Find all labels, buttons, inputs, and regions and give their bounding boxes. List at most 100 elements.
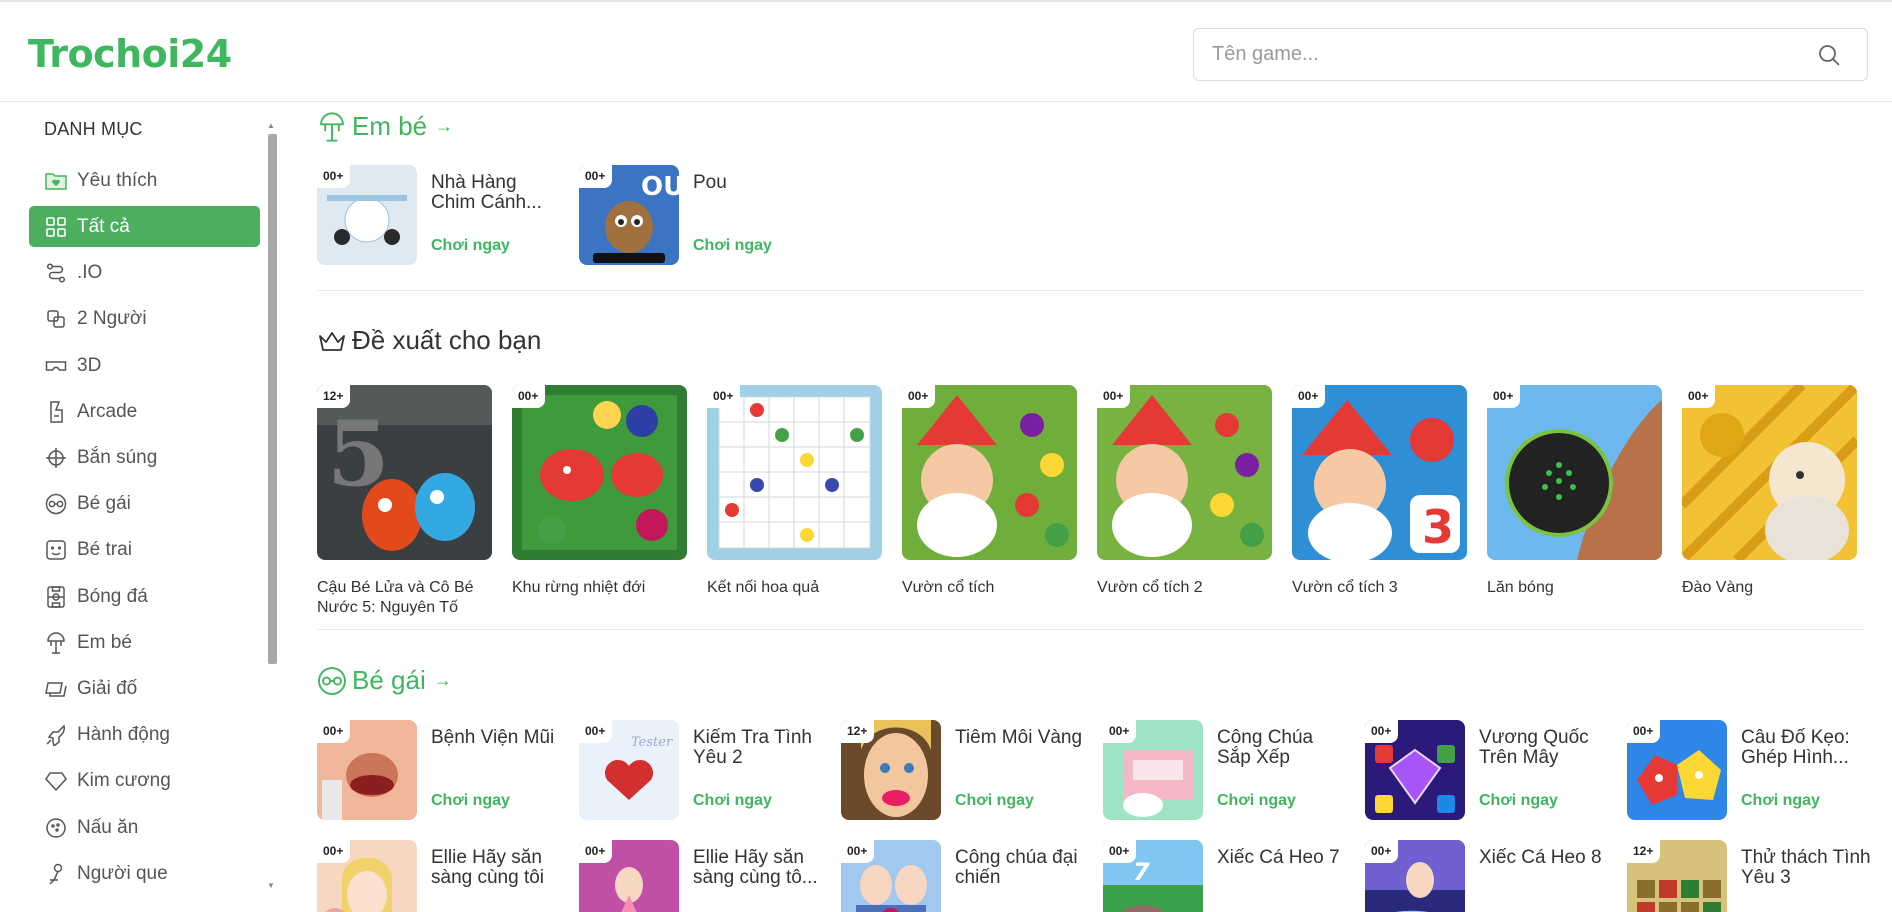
game-title: Nhà Hàng Chim Cánh... (431, 173, 542, 213)
game-thumbnail: 00+ (841, 840, 941, 912)
game-card[interactable]: 00+ 7 Xiếc Cá Heo 7 (1103, 840, 1353, 912)
game-title: Câu Đố Kẹo: Ghép Hình... (1741, 728, 1850, 768)
arrow-right-icon: → (435, 116, 454, 136)
game-title: Ellie Hãy sẵn sàng cùng tôi (431, 848, 545, 888)
game-thumbnail: 00+ (317, 720, 417, 820)
game-card[interactable]: 12+ Thử thách Tình Yêu 3 (1627, 840, 1877, 912)
game-title: Công chúa đại chiến (955, 848, 1078, 888)
sidebar-item-all[interactable]: Tất cả (29, 206, 260, 248)
baby-mobile-icon (317, 111, 347, 142)
play-now-link[interactable]: Chơi ngay (693, 792, 772, 810)
age-badge: 00+ (1365, 840, 1399, 863)
play-now-link[interactable]: Chơi ngay (431, 237, 510, 255)
game-card[interactable]: 00+ Công Chúa Sắp Xếp Chơi ngay (1103, 720, 1353, 820)
age-badge: 00+ (1103, 840, 1137, 863)
play-now-link[interactable]: Chơi ngay (693, 237, 772, 255)
sidebar-item-girls[interactable]: Bé gái (29, 481, 260, 527)
scroll-down-arrow-icon[interactable]: ▼ (267, 881, 275, 890)
age-badge: 12+ (317, 385, 351, 408)
game-thumbnail: 00+ (1627, 720, 1727, 820)
game-thumbnail: 00+ (512, 385, 687, 560)
sidebar-item-football[interactable]: Bóng đá (29, 574, 260, 620)
scroll-up-arrow-icon[interactable]: ▲ (267, 121, 275, 130)
age-badge: 00+ (512, 385, 546, 408)
search-box[interactable] (1193, 28, 1868, 81)
game-thumbnail: 00+ (317, 840, 417, 912)
section-header-baby[interactable]: Em bé → (317, 111, 453, 142)
sidebar-item-action[interactable]: Hành động (29, 712, 260, 758)
sidebar-item-label: Hành động (77, 724, 170, 746)
crown-icon (317, 326, 347, 356)
sidebar-item-label: Yêu thích (77, 170, 158, 192)
sidebar-item-diamond[interactable]: Kim cương (29, 758, 260, 804)
search-input[interactable] (1212, 29, 1792, 80)
game-card[interactable]: 00+ Bệnh Viện Mũi Chơi ngay (317, 720, 567, 820)
sidebar-item-io[interactable]: .IO (29, 250, 260, 296)
game-title: Lăn bóng (1487, 579, 1554, 596)
game-thumbnail: 00+ Get Ready (579, 840, 679, 912)
section-header-girls[interactable]: Bé gái → (317, 665, 452, 696)
game-card[interactable]: 00+ Get Ready Ellie Hãy sẵn sàng cùng tô… (579, 840, 829, 912)
game-thumbnail: 12+ 5 (317, 385, 492, 560)
section-title: Bé gái (352, 665, 426, 695)
game-title: Kết nối hoa quả (707, 579, 820, 596)
game-card[interactable]: 12+ Tiêm Môi Vàng Chơi ngay (841, 720, 1091, 820)
sidebar-item-boys[interactable]: Bé trai (29, 527, 260, 573)
game-title: Đào Vàng (1682, 579, 1754, 596)
vr-glasses-icon (45, 355, 67, 377)
game-title: Công Chúa Sắp Xếp (1217, 728, 1314, 768)
game-card[interactable]: 00+ Nhà Hàng Chim Cánh... Chơi ngay (317, 165, 567, 265)
game-card[interactable]: 00+ Ellie Hãy sẵn sàng cùng tôi (317, 840, 567, 912)
puzzle-icon (45, 678, 67, 700)
sidebar-item-arcade[interactable]: Arcade (29, 389, 260, 435)
route-icon (45, 262, 67, 284)
svg-text:7: 7 (1133, 858, 1150, 886)
game-title: Ellie Hãy sẵn sàng cùng tô... (693, 848, 818, 888)
search-icon[interactable] (1817, 43, 1841, 67)
game-card[interactable]: 00+ Công chúa đại chiến (841, 840, 1091, 912)
diamond-icon (45, 770, 67, 792)
play-now-link[interactable]: Chơi ngay (955, 792, 1034, 810)
sidebar-item-label: 3D (77, 354, 102, 376)
main-content: Em bé → 00+ Nhà Hàng Chim Cánh... Chơi n… (317, 103, 1871, 912)
age-badge: 00+ (1103, 720, 1137, 743)
play-now-link[interactable]: Chơi ngay (1741, 792, 1820, 810)
age-badge: 00+ (1682, 385, 1716, 408)
sidebar-item-label: Người que (77, 862, 168, 884)
sidebar-item-3d[interactable]: 3D (29, 343, 260, 389)
game-card[interactable]: 00+ Câu Đố Kẹo: Ghép Hình... Chơi ngay (1627, 720, 1877, 820)
grid-icon (45, 216, 67, 238)
game-title: Vườn cổ tích (902, 579, 995, 596)
age-badge: 00+ (317, 840, 351, 863)
site-logo[interactable]: Trochoi24 (28, 32, 232, 76)
scroll-thumb[interactable] (268, 134, 277, 664)
game-card[interactable]: 00+ Vương Quốc Trên Mây Chơi ngay (1365, 720, 1615, 820)
game-card[interactable]: 00+ Xiếc Cá Heo 8 (1365, 840, 1615, 912)
sidebar-scrollbar[interactable]: ▲ ▼ (267, 121, 277, 911)
sidebar-item-puzzle[interactable]: Giải đố (29, 666, 260, 712)
age-badge: 00+ (1627, 720, 1661, 743)
sidebar-item-cooking[interactable]: Nấu ăn (29, 804, 260, 850)
overlap-squares-icon (45, 308, 67, 330)
game-title: Xiếc Cá Heo 8 (1479, 848, 1602, 868)
sidebar-item-shooting[interactable]: Bắn súng (29, 435, 260, 481)
game-title: Tiêm Môi Vàng (955, 728, 1083, 748)
age-badge: 00+ (707, 385, 741, 408)
sidebar-item-baby[interactable]: Em bé (29, 620, 260, 666)
age-badge: 00+ (1365, 720, 1399, 743)
boy-face-icon (45, 539, 67, 561)
game-thumbnail: 00+ (1097, 385, 1272, 560)
sidebar-item-favorites[interactable]: Yêu thích (29, 158, 260, 204)
sidebar-item-label: Kim cương (77, 770, 171, 792)
game-title: Pou (693, 173, 727, 193)
sidebar-item-stickman[interactable]: Người que (29, 851, 260, 897)
game-card[interactable]: 00+ OU Pou Chơi ngay (579, 165, 829, 265)
age-badge: 00+ (1292, 385, 1326, 408)
play-now-link[interactable]: Chơi ngay (431, 792, 510, 810)
category-sidebar: DANH MỤC Yêu thích Tất cả .IO 2 Người 3D… (0, 103, 282, 912)
baby-mobile-icon (45, 632, 67, 654)
play-now-link[interactable]: Chơi ngay (1479, 792, 1558, 810)
sidebar-item-2-players[interactable]: 2 Người (29, 296, 260, 342)
play-now-link[interactable]: Chơi ngay (1217, 792, 1296, 810)
game-card[interactable]: 00+ Tester Kiểm Tra Tình Yêu 2 Chơi ngay (579, 720, 829, 820)
